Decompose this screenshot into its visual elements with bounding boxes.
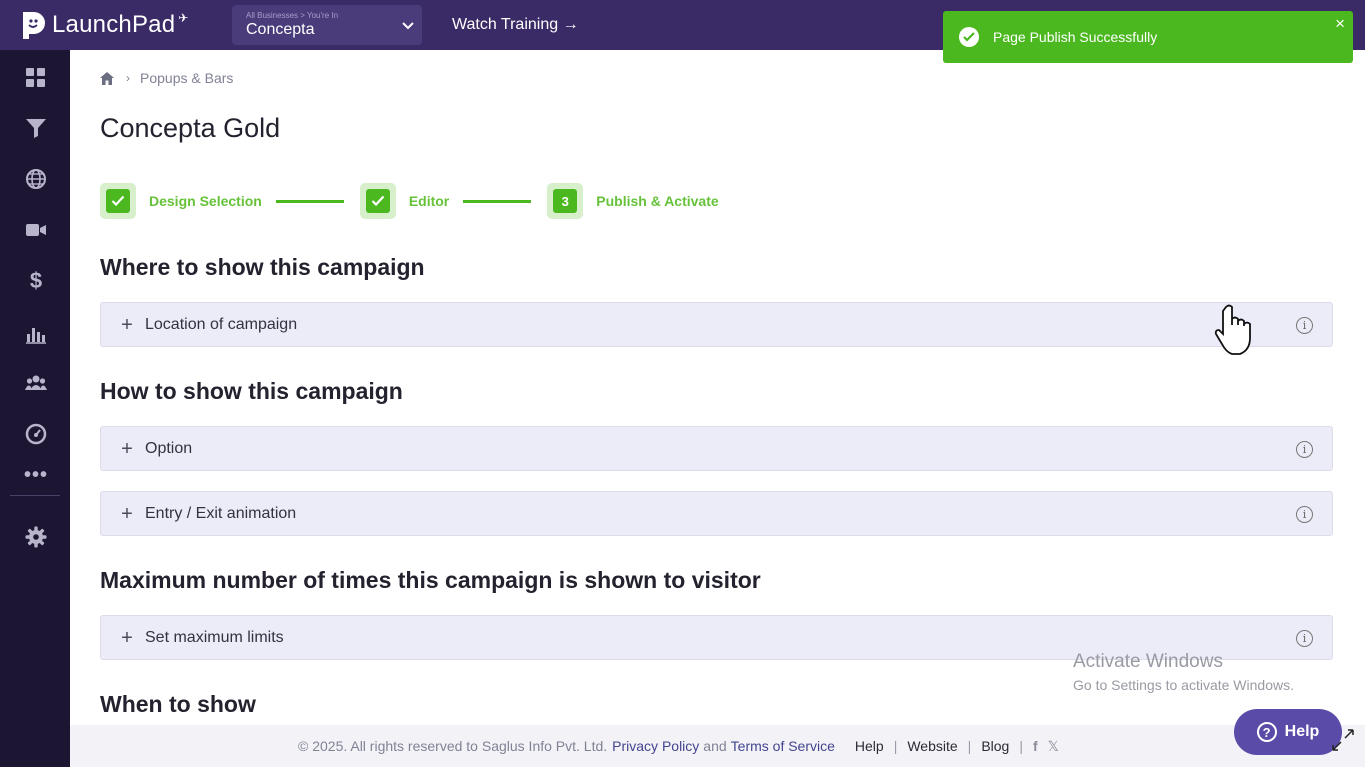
analytics-icon[interactable] bbox=[23, 320, 49, 346]
funnel-icon[interactable] bbox=[23, 115, 49, 141]
watermark-title: Activate Windows bbox=[1073, 651, 1223, 672]
resize-arrows-icon[interactable] bbox=[1330, 727, 1356, 753]
settings-icon[interactable] bbox=[23, 524, 49, 550]
info-icon[interactable]: i bbox=[1296, 441, 1313, 458]
copyright-text: © 2025. All rights reserved to Saglus In… bbox=[298, 738, 608, 754]
question-icon: ? bbox=[1256, 722, 1277, 742]
close-icon[interactable]: × bbox=[1335, 14, 1345, 34]
video-icon[interactable] bbox=[23, 217, 49, 243]
info-icon[interactable]: i bbox=[1296, 506, 1313, 523]
footer-separator: | bbox=[893, 738, 898, 754]
section-title-where: Where to show this campaign bbox=[100, 254, 425, 280]
success-toast: Page Publish Successfully × bbox=[943, 11, 1353, 63]
terms-link[interactable]: Terms of Service bbox=[731, 738, 835, 754]
dollar-icon[interactable]: $ bbox=[23, 268, 49, 294]
logo-mark-icon bbox=[23, 12, 45, 39]
plus-icon: + bbox=[121, 502, 133, 525]
privacy-policy-link[interactable]: Privacy Policy bbox=[612, 738, 699, 754]
step-1-label[interactable]: Design Selection bbox=[149, 193, 262, 209]
footer-help-link[interactable]: Help bbox=[855, 738, 884, 754]
globe-icon[interactable] bbox=[23, 166, 49, 192]
plus-icon: + bbox=[121, 313, 133, 336]
watch-training-link[interactable]: Watch Training → bbox=[452, 16, 579, 34]
dashboard-icon[interactable] bbox=[23, 65, 49, 91]
info-icon[interactable]: i bbox=[1296, 317, 1313, 334]
users-icon[interactable] bbox=[23, 370, 49, 396]
chevron-down-icon bbox=[402, 22, 414, 30]
help-button-label: Help bbox=[1284, 723, 1320, 740]
footer-blog-link[interactable]: Blog bbox=[981, 738, 1009, 754]
accordion-label: Entry / Exit animation bbox=[145, 504, 297, 522]
sidebar-divider bbox=[10, 495, 60, 496]
footer-website-link[interactable]: Website bbox=[907, 738, 957, 754]
help-button[interactable]: ? Help bbox=[1234, 709, 1342, 755]
windows-watermark: Activate Windows Go to Settings to activ… bbox=[1073, 651, 1294, 693]
footer-and: and bbox=[703, 738, 727, 754]
breadcrumb-current[interactable]: Popups & Bars bbox=[140, 70, 233, 86]
check-circle-icon bbox=[959, 27, 979, 47]
toast-message: Page Publish Successfully bbox=[993, 29, 1158, 45]
facebook-icon[interactable]: f bbox=[1033, 738, 1038, 754]
accordion-animation[interactable]: + Entry / Exit animation i bbox=[100, 491, 1333, 536]
section-title-when: When to show bbox=[100, 691, 256, 717]
breadcrumb: › Popups & Bars bbox=[100, 70, 233, 86]
business-name: Concepta bbox=[246, 21, 315, 38]
sidebar: $ ••• bbox=[0, 50, 70, 767]
home-icon[interactable] bbox=[100, 71, 114, 85]
step-3-number: 3 bbox=[553, 189, 578, 213]
main-content: › Popups & Bars Concepta Gold Design Sel… bbox=[70, 50, 1365, 725]
accordion-label: Set maximum limits bbox=[145, 628, 284, 646]
page-title: Concepta Gold bbox=[100, 113, 281, 143]
footer: © 2025. All rights reserved to Saglus In… bbox=[70, 725, 1365, 767]
plus-icon: + bbox=[121, 626, 133, 649]
more-icon[interactable]: ••• bbox=[23, 462, 49, 488]
accordion-option[interactable]: + Option i bbox=[100, 426, 1333, 471]
accordion-label: Option bbox=[145, 439, 193, 457]
step-2-badge bbox=[359, 183, 396, 219]
progress-steps: Design Selection Editor 3 Publish & Acti… bbox=[100, 183, 719, 219]
step-3-badge: 3 bbox=[547, 183, 584, 219]
check-icon bbox=[365, 189, 390, 213]
step-1-badge bbox=[100, 183, 136, 219]
footer-separator: | bbox=[967, 738, 972, 754]
step-3-label[interactable]: Publish & Activate bbox=[596, 193, 718, 209]
section-title-how: How to show this campaign bbox=[100, 378, 403, 404]
x-twitter-icon[interactable]: 𝕏 bbox=[1048, 738, 1059, 755]
step-connector bbox=[463, 199, 532, 203]
watermark-subtitle: Go to Settings to activate Windows. bbox=[1073, 677, 1294, 693]
step-2-label[interactable]: Editor bbox=[409, 193, 449, 209]
section-title-max: Maximum number of times this campaign is… bbox=[100, 567, 761, 593]
step-connector bbox=[275, 199, 344, 203]
info-icon[interactable]: i bbox=[1296, 630, 1313, 647]
brand-name: LaunchPad bbox=[52, 11, 176, 38]
accordion-location[interactable]: + Location of campaign i bbox=[100, 302, 1333, 347]
check-icon bbox=[106, 189, 130, 213]
rocket-icon: ✈ bbox=[178, 11, 189, 25]
business-selector[interactable]: All Businesses > You're In Concepta bbox=[232, 5, 422, 45]
business-hint: All Businesses > You're In bbox=[246, 11, 339, 20]
footer-separator: | bbox=[1019, 738, 1023, 754]
accordion-label: Location of campaign bbox=[145, 315, 298, 333]
brand-logo[interactable]: LaunchPad ✈ bbox=[20, 10, 220, 40]
gauge-icon[interactable] bbox=[23, 421, 49, 447]
hand-cursor-icon bbox=[1214, 304, 1251, 355]
chevron-right-icon: › bbox=[126, 71, 130, 85]
plus-icon: + bbox=[121, 437, 133, 460]
